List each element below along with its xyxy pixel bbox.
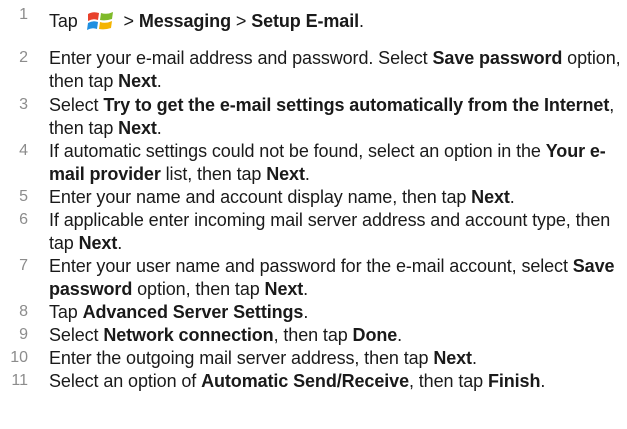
step-text-run: Select	[49, 325, 104, 345]
step-text-run: >	[230, 11, 252, 31]
step-text-run: .	[471, 348, 477, 368]
step-text-bold: Next	[264, 279, 304, 299]
step-text: If automatic settings could not be found…	[49, 140, 621, 186]
step-text-bold: Messaging	[138, 11, 231, 31]
step-text-bold: Next	[433, 348, 472, 368]
step-text-bold: Done	[352, 325, 398, 345]
step-text-run: , then tap	[273, 325, 353, 345]
step-text-run: Select	[49, 95, 104, 115]
step-text: Enter your user name and password for th…	[49, 255, 621, 301]
step-text-run: If automatic settings could not be found…	[49, 141, 546, 161]
step-text-bold: Network connection	[103, 325, 274, 345]
step-text: Tap > Messaging > Setup E-mail.	[49, 8, 621, 34]
step-text-run: .	[117, 233, 123, 253]
step-text-run: If applicable enter incoming mail server…	[49, 210, 611, 253]
step-text: Tap Advanced Server Settings.	[49, 301, 621, 324]
step-text: Select an option of Automatic Send/Recei…	[49, 370, 621, 393]
step-text-run: .	[156, 118, 162, 138]
step-text-run: Select an option of	[49, 371, 202, 391]
step-text: Select Network connection, then tap Done…	[49, 324, 621, 347]
step-number: 1	[19, 6, 28, 23]
step-number: 8	[19, 303, 28, 320]
step-number: 10	[10, 349, 28, 366]
step-text-bold: Save password	[432, 48, 563, 68]
step-text-bold: Next	[118, 118, 157, 138]
step-text: Enter the outgoing mail server address, …	[49, 347, 621, 370]
step-text-run: .	[156, 71, 162, 91]
step-text-run: .	[509, 187, 515, 207]
step-text-run: Tap	[49, 11, 83, 31]
step-text-run: option, then tap	[132, 279, 265, 299]
step-number: 7	[19, 257, 28, 274]
step-text-bold: Next	[471, 187, 510, 207]
step-number: 2	[19, 49, 28, 66]
step-text-run: Tap	[49, 302, 83, 322]
step-text-run: .	[304, 164, 310, 184]
step-number: 11	[11, 372, 28, 389]
step-text-run: .	[359, 11, 364, 31]
step-text-run: .	[540, 371, 546, 391]
step-text-bold: Next	[118, 71, 157, 91]
step-text-run: >	[118, 11, 139, 31]
windows-start-icon[interactable]	[85, 8, 117, 34]
step-text-run: list, then tap	[160, 164, 267, 184]
step-text-bold: Advanced Server Settings	[82, 302, 304, 322]
step-number: 3	[19, 96, 28, 113]
step-text-bold: Next	[78, 233, 118, 253]
step-text-run: .	[303, 279, 309, 299]
step-text-run: .	[303, 302, 309, 322]
step-text-run: Enter your name and account display name…	[49, 187, 472, 207]
step-text-run: Enter the outgoing mail server address, …	[49, 348, 434, 368]
step-number: 5	[19, 188, 28, 205]
step-text: If applicable enter incoming mail server…	[49, 209, 621, 255]
step-text-bold: Next	[266, 164, 305, 184]
step-text: Enter your e-mail address and password. …	[49, 47, 621, 93]
step-text-run: .	[397, 325, 403, 345]
step-number: 4	[19, 142, 28, 159]
step-text-run: Enter your user name and password for th…	[49, 256, 573, 276]
step-number: 6	[19, 211, 28, 228]
step-number: 9	[19, 326, 28, 343]
step-text-bold: Automatic Send/Receive	[201, 371, 409, 391]
step-text: Select Try to get the e-mail settings au…	[49, 94, 621, 140]
step-text-bold: Finish	[487, 371, 541, 391]
step-text-run: Enter your e-mail address and password. …	[49, 48, 433, 68]
step-text-bold: Setup E-mail	[251, 11, 360, 31]
step-text-bold: Try to get the e-mail settings automatic…	[103, 95, 610, 115]
step-text-run: , then tap	[408, 371, 488, 391]
step-text: Enter your name and account display name…	[49, 186, 621, 209]
